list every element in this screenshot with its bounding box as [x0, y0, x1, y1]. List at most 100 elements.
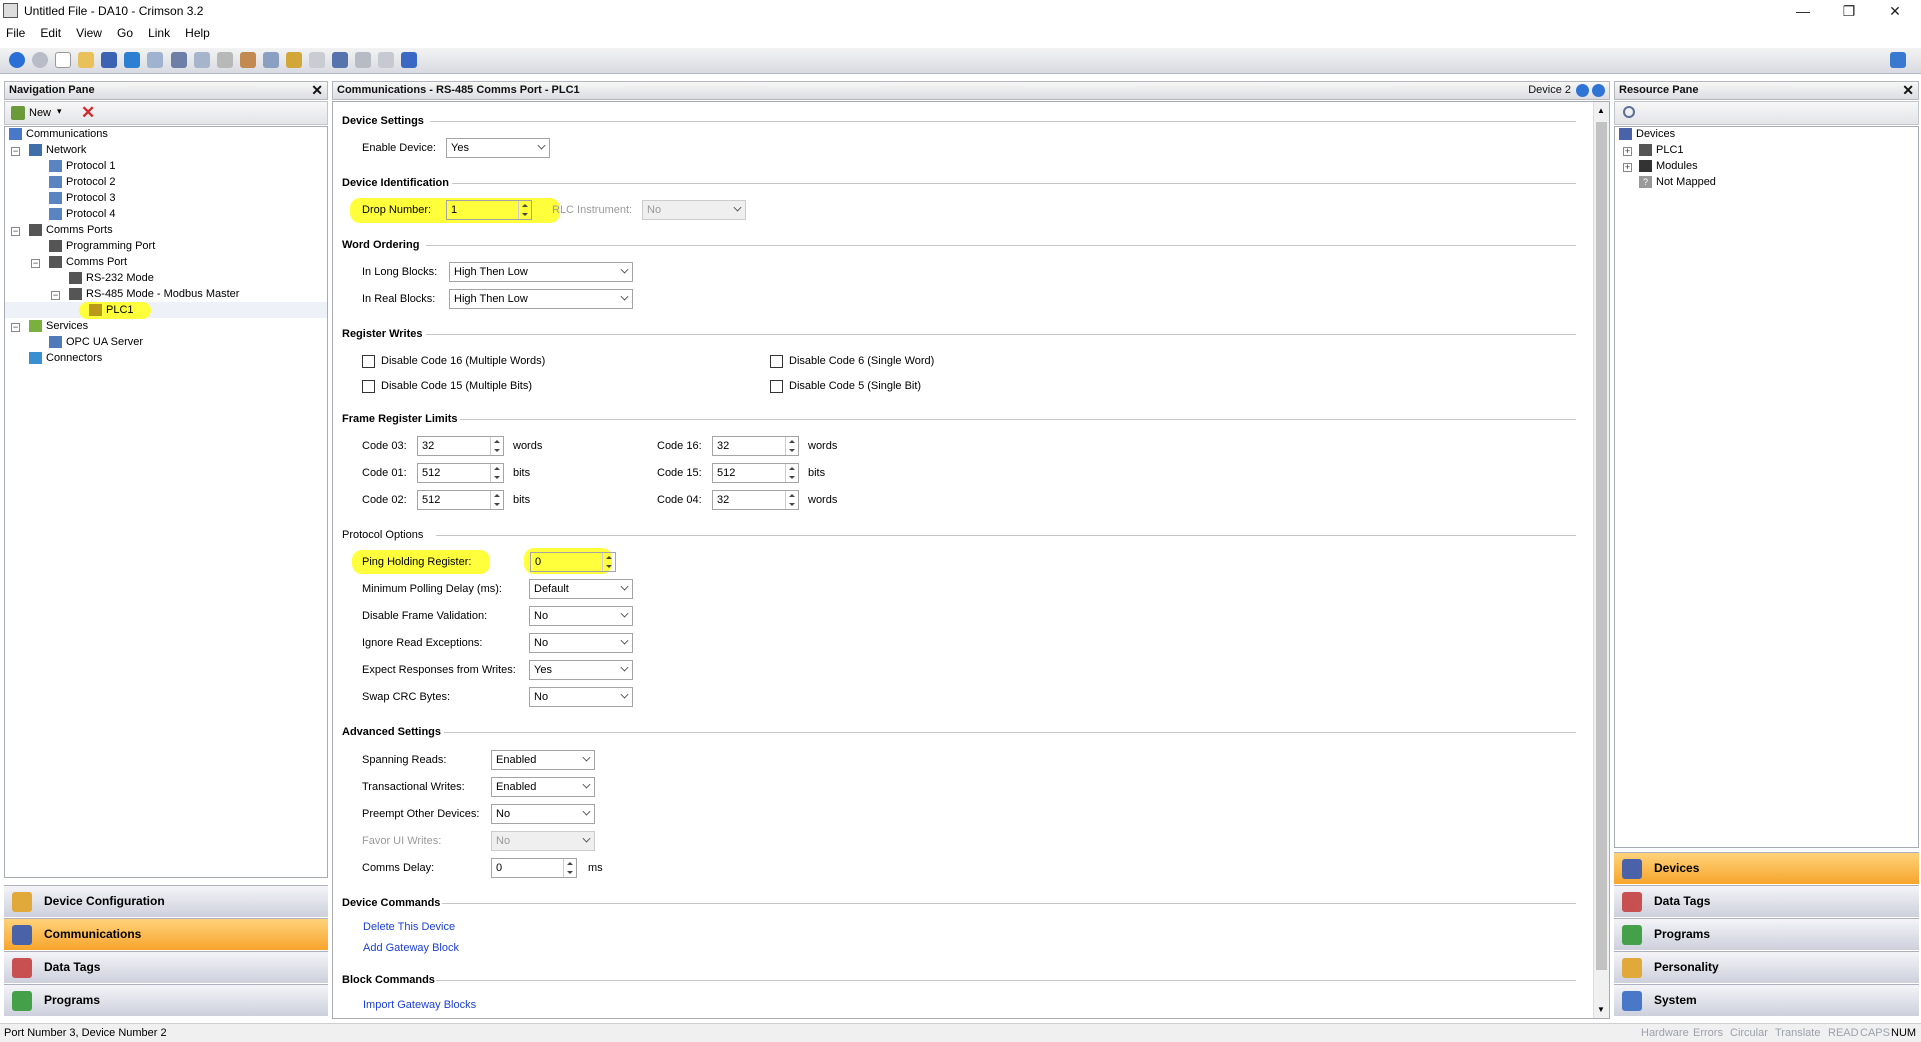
nav-programs[interactable]: Programs — [4, 984, 328, 1016]
swap-crc-select[interactable]: No — [529, 687, 633, 707]
close-button[interactable]: ✕ — [1872, 0, 1918, 22]
tree-item-connectors[interactable]: Connectors — [29, 351, 102, 366]
disable-code5-checkbox[interactable] — [770, 380, 783, 393]
collapse-toggle[interactable]: − — [11, 227, 20, 236]
nav-communications[interactable]: Communications — [4, 918, 328, 950]
menu-go[interactable]: Go — [111, 24, 139, 42]
tree-item-protocol-1[interactable]: Protocol 1 — [49, 159, 116, 174]
open-folder-icon[interactable] — [78, 52, 95, 68]
collapse-toggle[interactable]: − — [11, 147, 20, 156]
new-file-icon[interactable] — [55, 52, 72, 68]
vertical-scrollbar[interactable]: ▲ ▼ — [1593, 102, 1609, 1018]
help-icon[interactable] — [1890, 52, 1906, 68]
tree-item-protocol-4[interactable]: Protocol 4 — [49, 207, 116, 222]
back-icon[interactable] — [9, 52, 26, 68]
spinner-arrows[interactable] — [490, 491, 503, 509]
app-icon[interactable] — [3, 3, 18, 18]
delete-device-link[interactable]: Delete This Device — [363, 921, 455, 933]
resource-system[interactable]: System — [1614, 984, 1919, 1016]
comms-delay-input[interactable]: 0 — [491, 858, 577, 878]
redo-icon[interactable] — [147, 52, 164, 68]
nav-data-tags[interactable]: Data Tags — [4, 951, 328, 983]
resource-programs[interactable]: Programs — [1614, 918, 1919, 950]
search-icon[interactable] — [1623, 106, 1635, 118]
forward-icon[interactable] — [32, 52, 49, 68]
real-blocks-select[interactable]: High Then Low — [449, 289, 633, 309]
frame-validation-select[interactable]: No — [529, 606, 633, 626]
new-button[interactable]: New — [29, 107, 51, 119]
read-exceptions-select[interactable]: No — [529, 633, 633, 653]
resource-devices[interactable]: Devices — [1614, 852, 1919, 884]
spinner-arrows[interactable] — [602, 553, 615, 571]
update-icon[interactable] — [378, 52, 395, 68]
copy-icon[interactable] — [193, 52, 210, 68]
restore-button[interactable]: ❐ — [1826, 0, 1872, 22]
transactional-writes-select[interactable]: Enabled — [491, 777, 595, 797]
add-gateway-block-link[interactable]: Add Gateway Block — [363, 942, 459, 954]
resource-item-modules[interactable]: Modules — [1639, 159, 1698, 174]
spinner-arrows[interactable] — [490, 464, 503, 482]
tree-item-communications[interactable]: Communications — [9, 127, 108, 142]
tree-item-plc1[interactable]: PLC1 — [89, 303, 134, 318]
collapse-toggle[interactable]: − — [11, 323, 20, 332]
close-icon[interactable]: ✕ — [311, 82, 323, 99]
code03-input[interactable]: 32 — [417, 436, 504, 456]
resource-personality[interactable]: Personality — [1614, 951, 1919, 983]
disable-code16-checkbox[interactable] — [362, 355, 375, 368]
spinner-arrows[interactable] — [785, 491, 798, 509]
drop-number-input[interactable]: 1 — [446, 200, 532, 220]
expect-responses-select[interactable]: Yes — [529, 660, 633, 680]
nav-device-configuration[interactable]: Device Configuration — [4, 885, 328, 917]
spinner-arrows[interactable] — [563, 859, 576, 877]
link-icon[interactable] — [285, 52, 302, 68]
spanning-reads-select[interactable]: Enabled — [491, 750, 595, 770]
scroll-down-icon[interactable]: ▼ — [1597, 1005, 1605, 1014]
tree-item-rs485[interactable]: RS-485 Mode - Modbus Master — [69, 287, 239, 302]
chevron-down-icon[interactable]: ▾ — [57, 106, 62, 117]
save-icon[interactable] — [101, 52, 118, 68]
tree-item-rs232[interactable]: RS-232 Mode — [69, 271, 154, 286]
send-icon[interactable] — [331, 52, 348, 68]
resource-data-tags[interactable]: Data Tags — [1614, 885, 1919, 917]
expand-toggle[interactable]: + — [1623, 163, 1632, 172]
tree-item-opc-ua[interactable]: OPC UA Server — [49, 335, 143, 350]
polling-delay-select[interactable]: Default — [529, 579, 633, 599]
tree-item-services[interactable]: Services — [29, 319, 88, 334]
code01-input[interactable]: 512 — [417, 463, 504, 483]
find-icon[interactable] — [262, 52, 279, 68]
disable-code15-checkbox[interactable] — [362, 380, 375, 393]
code16-input[interactable]: 32 — [712, 436, 799, 456]
previous-device-icon[interactable] — [1576, 84, 1589, 97]
spinner-arrows[interactable] — [490, 437, 503, 455]
menu-view[interactable]: View — [70, 24, 108, 42]
spinner-arrows[interactable] — [785, 437, 798, 455]
undo-icon[interactable] — [124, 52, 141, 68]
tools-icon[interactable] — [401, 52, 418, 68]
spinner-arrows[interactable] — [785, 464, 798, 482]
tree-item-protocol-3[interactable]: Protocol 3 — [49, 191, 116, 206]
scroll-up-icon[interactable]: ▲ — [1597, 106, 1605, 115]
resource-item-devices[interactable]: Devices — [1619, 127, 1675, 142]
menu-file[interactable]: File — [0, 24, 31, 42]
menu-edit[interactable]: Edit — [34, 24, 67, 42]
resource-item-not-mapped[interactable]: ? Not Mapped — [1639, 175, 1716, 190]
tree-item-comms-port[interactable]: Comms Port — [49, 255, 127, 270]
close-icon[interactable]: ✕ — [1902, 82, 1914, 99]
tree-item-network[interactable]: Network — [29, 143, 86, 158]
preempt-devices-select[interactable]: No — [491, 804, 595, 824]
code04-input[interactable]: 32 — [712, 490, 799, 510]
resource-item-plc1[interactable]: PLC1 — [1639, 143, 1684, 158]
code15-input[interactable]: 512 — [712, 463, 799, 483]
tree-item-comms-ports[interactable]: Comms Ports — [29, 223, 113, 238]
tree-item-programming-port[interactable]: Programming Port — [49, 239, 155, 254]
cut-icon[interactable] — [170, 52, 187, 68]
expand-toggle[interactable]: + — [1623, 147, 1632, 156]
import-gateway-blocks-link[interactable]: Import Gateway Blocks — [363, 999, 476, 1011]
enable-device-select[interactable]: Yes — [446, 138, 550, 158]
gear-icon[interactable] — [355, 52, 371, 68]
delete-icon[interactable]: ✕ — [81, 103, 95, 123]
menu-help[interactable]: Help — [179, 24, 216, 42]
spinner-arrows[interactable] — [518, 201, 531, 219]
menu-link[interactable]: Link — [142, 24, 176, 42]
collapse-toggle[interactable]: − — [51, 291, 60, 300]
